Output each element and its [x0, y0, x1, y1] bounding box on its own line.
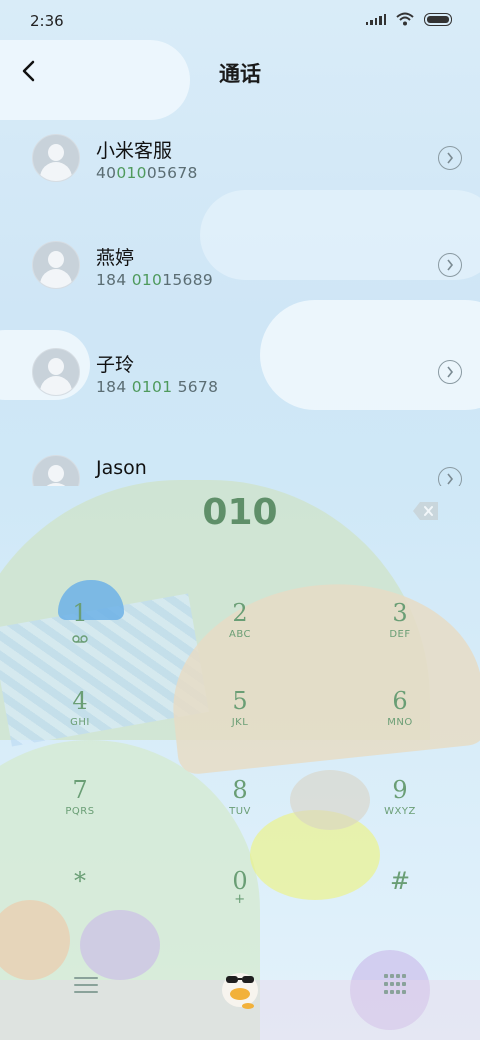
key-hash[interactable]: # [340, 866, 460, 936]
key-digit: 7 [72, 776, 88, 804]
contact-name: Jason [96, 457, 147, 479]
status-icons [365, 12, 452, 26]
avatar [32, 455, 80, 486]
contact-detail-button[interactable] [438, 467, 462, 486]
key-8[interactable]: 8 TUV [180, 775, 300, 845]
contact-name: 燕婷 [96, 247, 135, 269]
contact-row[interactable]: 燕婷 184 01015689 [0, 213, 480, 313]
chevron-right-icon [447, 366, 454, 378]
dialed-number: 010 [202, 492, 278, 533]
key-3[interactable]: 3 DEF [340, 598, 460, 668]
key-letters: MNO [387, 717, 413, 728]
key-digit: 4 [72, 687, 88, 715]
key-letters: ABC [228, 629, 251, 640]
contact-detail-button[interactable] [438, 146, 462, 170]
contact-number: 184 01015689 [96, 271, 214, 289]
dial-display: 010 [0, 486, 480, 542]
contact-detail-button[interactable] [438, 253, 462, 277]
contact-row[interactable]: 子玲 184 0101 5678 [0, 320, 480, 420]
backspace-icon[interactable] [412, 500, 440, 522]
key-digit: 8 [232, 776, 248, 804]
key-digit: 1 [72, 599, 88, 627]
key-letters: PQRS [65, 806, 95, 817]
key-letters: + [234, 892, 246, 907]
key-digit: 5 [232, 687, 248, 715]
dialer-bottom-bar [0, 962, 480, 1012]
avatar [32, 134, 80, 182]
battery-icon [424, 12, 452, 26]
avatar [32, 348, 80, 396]
key-letters: TUV [229, 806, 251, 817]
signal-icon [365, 13, 386, 25]
key-letters: GHI [70, 717, 90, 728]
voicemail-icon [72, 635, 88, 643]
contact-suggestion-list: 小米客服 4001005678 燕婷 184 01015689 子玲 184 0… [0, 106, 480, 486]
dialpad-grid-icon[interactable] [384, 974, 406, 996]
contact-number: 4001005678 [96, 164, 198, 182]
key-digit: 3 [392, 599, 408, 627]
chevron-right-icon [447, 259, 454, 271]
key-2[interactable]: 2 ABC [180, 598, 300, 668]
key-digit: 6 [392, 687, 408, 715]
contact-detail-button[interactable] [438, 360, 462, 384]
contact-name: 子玲 [96, 354, 135, 376]
avatar [32, 241, 80, 289]
key-0[interactable]: 0 + [180, 866, 300, 936]
key-digit: 9 [392, 776, 408, 804]
key-9[interactable]: 9 WXYZ [340, 775, 460, 845]
key-letters: JKL [231, 717, 249, 728]
key-1[interactable]: 1 [20, 598, 140, 668]
key-7[interactable]: 7 PQRS [20, 775, 140, 845]
status-bar: 2:36 [0, 0, 480, 44]
duck-call-icon [222, 973, 258, 1009]
key-letters: WXYZ [384, 806, 416, 817]
contact-number: 184 0101 5678 [96, 378, 219, 396]
key-digit: 2 [232, 599, 248, 627]
chevron-right-icon [447, 152, 454, 164]
key-digit: * [74, 867, 86, 895]
page-title: 通话 [219, 62, 261, 86]
key-star[interactable]: * [20, 866, 140, 936]
call-button-icon[interactable] [214, 962, 266, 1012]
key-4[interactable]: 4 GHI [20, 686, 140, 756]
key-letters: DEF [389, 629, 411, 640]
contact-row[interactable]: Jason [0, 427, 480, 486]
key-digit: # [389, 867, 411, 895]
wifi-icon [396, 12, 414, 26]
contact-row[interactable]: 小米客服 4001005678 [0, 106, 480, 206]
status-time: 2:36 [30, 12, 64, 30]
contact-name: 小米客服 [96, 140, 173, 162]
chevron-right-icon [447, 473, 454, 485]
header: 通话 [0, 50, 480, 94]
menu-icon[interactable] [74, 972, 98, 996]
key-5[interactable]: 5 JKL [180, 686, 300, 756]
key-6[interactable]: 6 MNO [340, 686, 460, 756]
